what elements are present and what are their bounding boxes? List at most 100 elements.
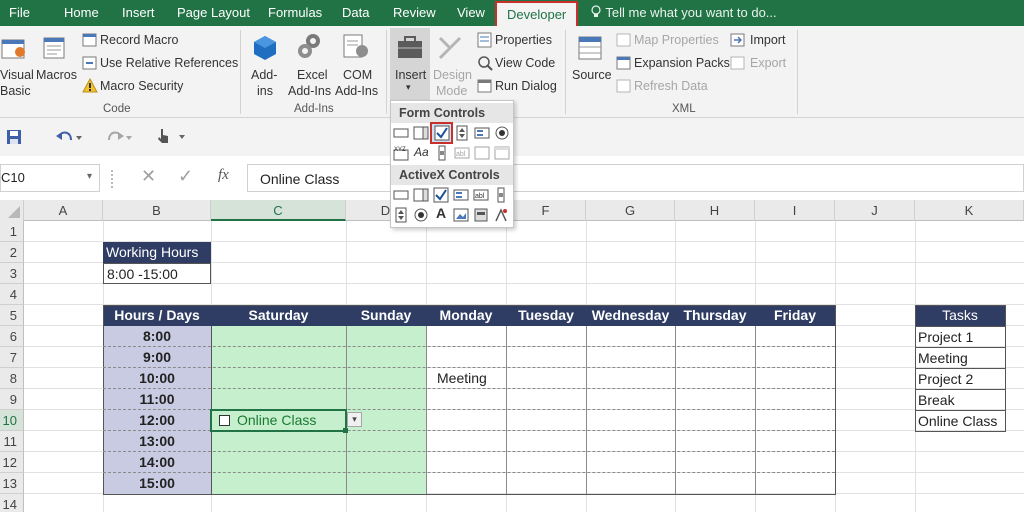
column-header[interactable]: G (586, 200, 675, 221)
activex-scroll-bar-icon[interactable] (493, 187, 509, 203)
tab-home[interactable]: Home (64, 0, 99, 26)
activex-spin-button-icon[interactable] (393, 207, 409, 223)
tab-insert[interactable]: Insert (122, 0, 155, 26)
text-field-control-icon[interactable]: abl (454, 145, 470, 161)
combo-box-control-icon[interactable] (413, 125, 429, 141)
column-header[interactable]: A (24, 200, 103, 221)
column-header[interactable]: K (915, 200, 1024, 221)
formula-input[interactable]: Online Class (247, 164, 1024, 192)
source-button[interactable]: Source (572, 68, 612, 82)
run-dialog-button[interactable]: Run Dialog (495, 79, 557, 93)
column-header[interactable]: B (103, 200, 211, 221)
checkbox-control-icon[interactable] (434, 125, 450, 141)
enter-check-icon[interactable]: ✓ (178, 166, 193, 187)
task-item[interactable]: Break (915, 389, 1005, 410)
visual-basic-label-2[interactable]: Basic (0, 84, 31, 98)
data-validation-dropdown-icon[interactable]: ▾ (347, 412, 362, 427)
column-header[interactable]: J (835, 200, 915, 221)
activex-command-button-icon[interactable] (393, 187, 409, 203)
row-header[interactable]: 14 (0, 494, 24, 512)
column-header[interactable]: I (755, 200, 835, 221)
com-add-ins-label-1[interactable]: COM (343, 68, 372, 82)
insert-function-icon[interactable]: fx (218, 167, 229, 184)
checkbox-icon[interactable] (219, 415, 230, 426)
row-header[interactable]: 12 (0, 452, 24, 473)
fill-handle[interactable] (343, 428, 348, 433)
row-header[interactable]: 11 (0, 431, 24, 452)
column-header[interactable]: H (675, 200, 755, 221)
activex-option-button-icon[interactable] (413, 207, 429, 223)
row-header[interactable]: 6 (0, 326, 24, 347)
expansion-packs-button[interactable]: Expansion Packs (634, 56, 730, 70)
working-hours-label[interactable]: Working Hours (103, 242, 211, 263)
excel-add-ins-label-2[interactable]: Add-Ins (288, 84, 331, 98)
tab-page-layout[interactable]: Page Layout (177, 0, 250, 26)
tab-file[interactable]: File (9, 0, 30, 26)
undo-icon[interactable] (55, 128, 83, 149)
add-ins-label-1[interactable]: Add- (251, 68, 277, 82)
tab-formulas[interactable]: Formulas (268, 0, 322, 26)
working-hours-value[interactable]: 8:00 -15:00 (103, 263, 211, 284)
cancel-icon[interactable]: ✕ (141, 166, 156, 187)
online-class-checkbox-label[interactable]: Online Class (237, 410, 342, 431)
tab-review[interactable]: Review (393, 0, 436, 26)
task-item[interactable]: Project 1 (915, 326, 1005, 347)
row-header[interactable]: 9 (0, 389, 24, 410)
combo-drop-down-edit-control-icon[interactable] (494, 145, 510, 161)
activex-controls-heading: ActiveX Controls (391, 165, 513, 185)
visual-basic-label-1[interactable]: Visual (0, 68, 34, 82)
row-header[interactable]: 10 (0, 410, 24, 431)
group-box-control-icon[interactable]: XYZ (393, 145, 409, 161)
row-header[interactable]: 1 (0, 221, 24, 242)
excel-add-ins-label-1[interactable]: Excel (297, 68, 328, 82)
activex-image-icon[interactable] (453, 207, 469, 223)
spin-button-control-icon[interactable] (454, 125, 470, 141)
scroll-bar-control-icon[interactable] (434, 145, 450, 161)
button-control-icon[interactable] (393, 125, 409, 141)
column-header[interactable]: F (506, 200, 586, 221)
meeting-cell[interactable]: Meeting (437, 368, 505, 389)
macro-security-button[interactable]: Macro Security (100, 79, 183, 93)
task-item[interactable]: Meeting (915, 347, 1005, 368)
row-header[interactable]: 4 (0, 284, 24, 305)
row-header[interactable]: 5 (0, 305, 24, 326)
combo-list-edit-control-icon[interactable] (474, 145, 490, 161)
touch-mode-icon[interactable] (155, 127, 185, 148)
record-macro-button[interactable]: Record Macro (100, 33, 179, 47)
worksheet-grid[interactable]: 1 2 3 4 5 6 7 8 9 10 11 12 13 14 Working… (0, 221, 1024, 512)
record-macro-icon (82, 32, 98, 51)
use-relative-references-button[interactable]: Use Relative References (100, 56, 238, 70)
tab-view[interactable]: View (457, 0, 485, 26)
activex-combo-box-icon[interactable] (413, 187, 429, 203)
row-header[interactable]: 8 (0, 368, 24, 389)
com-add-ins-label-2[interactable]: Add-Ins (335, 84, 378, 98)
task-item[interactable]: Online Class (915, 410, 1005, 431)
activex-list-box-icon[interactable] (453, 187, 469, 203)
save-icon[interactable] (6, 129, 22, 148)
tell-me-search[interactable]: Tell me what you want to do... (590, 0, 777, 26)
label-control-icon[interactable]: Aa (414, 145, 429, 159)
tab-data[interactable]: Data (342, 0, 369, 26)
macros-button[interactable]: Macros (36, 68, 77, 82)
insert-label[interactable]: Insert (395, 68, 426, 82)
activex-toggle-button-icon[interactable] (473, 207, 489, 223)
activex-label-icon[interactable]: A (436, 205, 446, 221)
row-header[interactable]: 3 (0, 263, 24, 284)
row-header[interactable]: 13 (0, 473, 24, 494)
activex-text-box-icon[interactable]: abl (473, 187, 489, 203)
select-all-corner[interactable] (0, 200, 24, 221)
activex-check-box-icon[interactable] (433, 187, 449, 203)
view-code-button[interactable]: View Code (495, 56, 555, 70)
import-button[interactable]: Import (750, 33, 785, 47)
row-header[interactable]: 2 (0, 242, 24, 263)
row-header[interactable]: 7 (0, 347, 24, 368)
name-box[interactable]: C10 ▾ (0, 164, 100, 192)
redo-icon[interactable] (105, 128, 133, 149)
task-item[interactable]: Project 2 (915, 368, 1005, 389)
list-box-control-icon[interactable] (474, 125, 490, 141)
add-ins-label-2[interactable]: ins (257, 84, 273, 98)
activex-more-controls-icon[interactable] (493, 207, 509, 223)
column-header[interactable]: C (211, 200, 346, 221)
option-button-control-icon[interactable] (494, 125, 510, 141)
properties-button[interactable]: Properties (495, 33, 552, 47)
